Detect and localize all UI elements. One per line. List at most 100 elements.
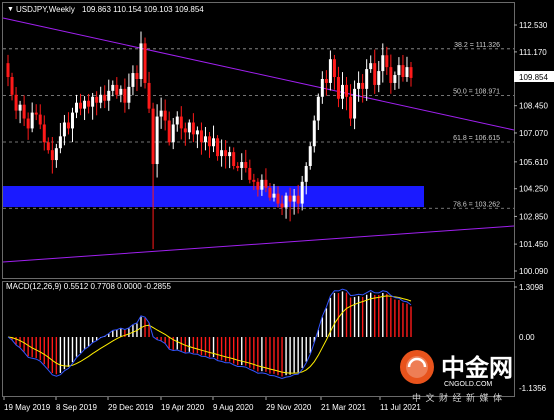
candle-body[interactable]: [336, 77, 340, 99]
candle-body[interactable]: [268, 187, 272, 198]
candle-body[interactable]: [320, 78, 324, 97]
candle-body[interactable]: [393, 75, 397, 83]
candle-body[interactable]: [256, 181, 260, 190]
candle-body[interactable]: [107, 90, 111, 101]
candle-body[interactable]: [252, 179, 256, 182]
candle-body[interactable]: [22, 104, 26, 119]
candle-body[interactable]: [220, 150, 224, 157]
candle-body[interactable]: [191, 122, 195, 135]
candle-body[interactable]: [175, 116, 179, 125]
candle-body[interactable]: [167, 120, 171, 143]
date-axis[interactable]: 19 May 2019 8 Sep 2019 29 Dec 2019 19 Apr 2…: [3, 397, 421, 412]
candle-body[interactable]: [236, 165, 240, 168]
candle-body[interactable]: [244, 162, 248, 168]
candle-body[interactable]: [42, 124, 46, 143]
candle-body[interactable]: [340, 84, 344, 99]
dropdown-triangle-icon[interactable]: ▼: [7, 6, 14, 13]
candle-body[interactable]: [296, 195, 300, 204]
candle-body[interactable]: [6, 63, 10, 78]
candle-body[interactable]: [135, 73, 139, 79]
candle-body[interactable]: [212, 138, 216, 147]
candle-body[interactable]: [328, 59, 332, 83]
candle-body[interactable]: [147, 82, 151, 109]
candle-body[interactable]: [70, 112, 74, 129]
candle-body[interactable]: [284, 195, 288, 208]
candle-body[interactable]: [87, 100, 91, 107]
candle-body[interactable]: [159, 110, 163, 117]
candle-body[interactable]: [312, 120, 316, 147]
candle-body[interactable]: [179, 116, 183, 129]
candle-body[interactable]: [95, 96, 99, 103]
lower-trendline[interactable]: [2, 225, 515, 263]
candle-body[interactable]: [228, 152, 232, 157]
candle-body[interactable]: [103, 94, 107, 101]
candle-body[interactable]: [127, 86, 131, 103]
candle-body[interactable]: [30, 112, 34, 129]
candle-body[interactable]: [199, 130, 203, 143]
candle-body[interactable]: [264, 179, 268, 188]
candle-body[interactable]: [272, 193, 276, 198]
candle-body[interactable]: [345, 84, 349, 97]
candle-body[interactable]: [280, 203, 284, 208]
candle-body[interactable]: [151, 108, 155, 165]
candle-body[interactable]: [187, 122, 191, 133]
candle-body[interactable]: [240, 162, 244, 168]
candle-body[interactable]: [308, 146, 312, 166]
candle-body[interactable]: [34, 112, 38, 115]
candle-body[interactable]: [115, 84, 119, 95]
candle-body[interactable]: [260, 179, 264, 190]
candle-body[interactable]: [66, 122, 70, 129]
candle-body[interactable]: [332, 59, 336, 78]
candle-body[interactable]: [26, 118, 30, 129]
candle-body[interactable]: [300, 181, 304, 204]
upper-trendline[interactable]: [2, 17, 515, 131]
candle-body[interactable]: [14, 94, 18, 111]
candle-body[interactable]: [216, 138, 220, 157]
candle-body[interactable]: [62, 122, 66, 137]
candle-body[interactable]: [401, 65, 405, 78]
candle-body[interactable]: [83, 100, 87, 109]
candle-body[interactable]: [131, 73, 135, 87]
candle-body[interactable]: [373, 63, 377, 85]
candle-body[interactable]: [99, 94, 103, 103]
candle-body[interactable]: [79, 102, 83, 109]
candle-body[interactable]: [139, 43, 143, 79]
candle-body[interactable]: [58, 136, 62, 149]
candle-body[interactable]: [232, 152, 236, 166]
candle-body[interactable]: [195, 130, 199, 135]
candle-body[interactable]: [111, 84, 115, 91]
candle-body[interactable]: [377, 71, 381, 85]
candle-body[interactable]: [171, 124, 175, 143]
candle-body[interactable]: [292, 195, 296, 202]
candle-body[interactable]: [208, 136, 211, 147]
candle-body[interactable]: [316, 96, 320, 121]
candle-body[interactable]: [381, 55, 385, 72]
candle-body[interactable]: [46, 142, 50, 151]
candle-body[interactable]: [409, 67, 413, 78]
candle-body[interactable]: [183, 128, 187, 133]
candle-body[interactable]: [10, 77, 14, 95]
candle-body[interactable]: [248, 167, 252, 180]
candle-body[interactable]: [155, 116, 159, 165]
candle-body[interactable]: [357, 82, 361, 89]
candle-body[interactable]: [224, 150, 228, 157]
candle-body[interactable]: [385, 55, 389, 68]
candle-body[interactable]: [389, 67, 393, 83]
candle-body[interactable]: [54, 148, 58, 161]
candle-body[interactable]: [304, 165, 308, 182]
candle-body[interactable]: [288, 195, 292, 202]
candle-body[interactable]: [38, 114, 42, 125]
candle-body[interactable]: [369, 63, 373, 70]
candle-body[interactable]: [143, 43, 147, 83]
candle-body[interactable]: [349, 96, 353, 119]
candle-body[interactable]: [324, 78, 328, 83]
candle-body[interactable]: [203, 136, 207, 143]
candle-body[interactable]: [405, 67, 409, 78]
candle-body[interactable]: [50, 150, 54, 161]
candle-body[interactable]: [123, 88, 127, 103]
candle-body[interactable]: [397, 65, 401, 76]
candle-body[interactable]: [75, 102, 79, 113]
candle-body[interactable]: [163, 110, 167, 121]
candle-body[interactable]: [91, 96, 95, 107]
candle-body[interactable]: [18, 104, 22, 111]
